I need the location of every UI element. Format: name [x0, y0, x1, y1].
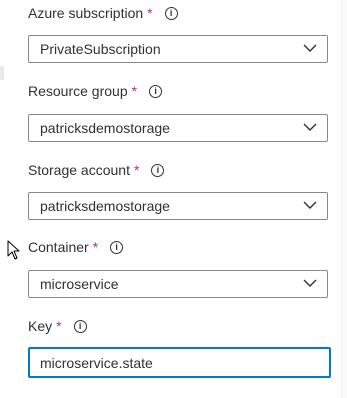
info-icon[interactable]: i: [164, 6, 178, 20]
required-marker: *: [147, 5, 153, 21]
chevron-down-icon: [303, 123, 317, 131]
chevron-down-icon: [303, 279, 317, 287]
chevron-down-icon: [303, 44, 317, 52]
mouse-cursor-icon: [7, 240, 20, 260]
container-dropdown[interactable]: microservice: [28, 270, 328, 298]
resource-group-value: patricksdemostorage: [40, 120, 170, 136]
storage-account-dropdown[interactable]: patricksdemostorage: [28, 192, 328, 220]
key-label: Key * i: [28, 316, 87, 336]
info-icon[interactable]: i: [151, 163, 165, 177]
resource-group-dropdown[interactable]: patricksdemostorage: [28, 114, 328, 142]
resource-group-label-text: Resource group: [28, 83, 128, 99]
subscription-value: PrivateSubscription: [40, 41, 161, 57]
container-value: microservice: [40, 276, 119, 292]
subscription-label-text: Azure subscription: [28, 5, 144, 21]
required-marker: *: [131, 83, 138, 99]
storage-account-label: Storage account * i: [28, 160, 165, 180]
container-label: Container * i: [28, 237, 124, 257]
info-icon[interactable]: i: [73, 319, 87, 333]
required-marker: *: [92, 239, 99, 255]
info-icon[interactable]: i: [110, 240, 124, 254]
subscription-dropdown[interactable]: PrivateSubscription: [28, 35, 328, 63]
key-label-text: Key: [28, 318, 53, 334]
storage-account-label-text: Storage account: [28, 162, 130, 178]
panel-edge-marker: [0, 66, 4, 80]
container-label-text: Container: [28, 239, 89, 255]
info-icon[interactable]: i: [149, 84, 163, 98]
storage-account-value: patricksdemostorage: [40, 198, 170, 214]
scrollbar-track[interactable]: [341, 0, 347, 398]
chevron-down-icon: [303, 201, 317, 209]
resource-group-label: Resource group * i: [28, 81, 163, 101]
left-panel-edge: [0, 0, 8, 398]
key-input[interactable]: [28, 347, 331, 378]
subscription-label: Azure subscription * i: [28, 3, 178, 23]
required-marker: *: [56, 318, 62, 334]
required-marker: *: [133, 162, 140, 178]
